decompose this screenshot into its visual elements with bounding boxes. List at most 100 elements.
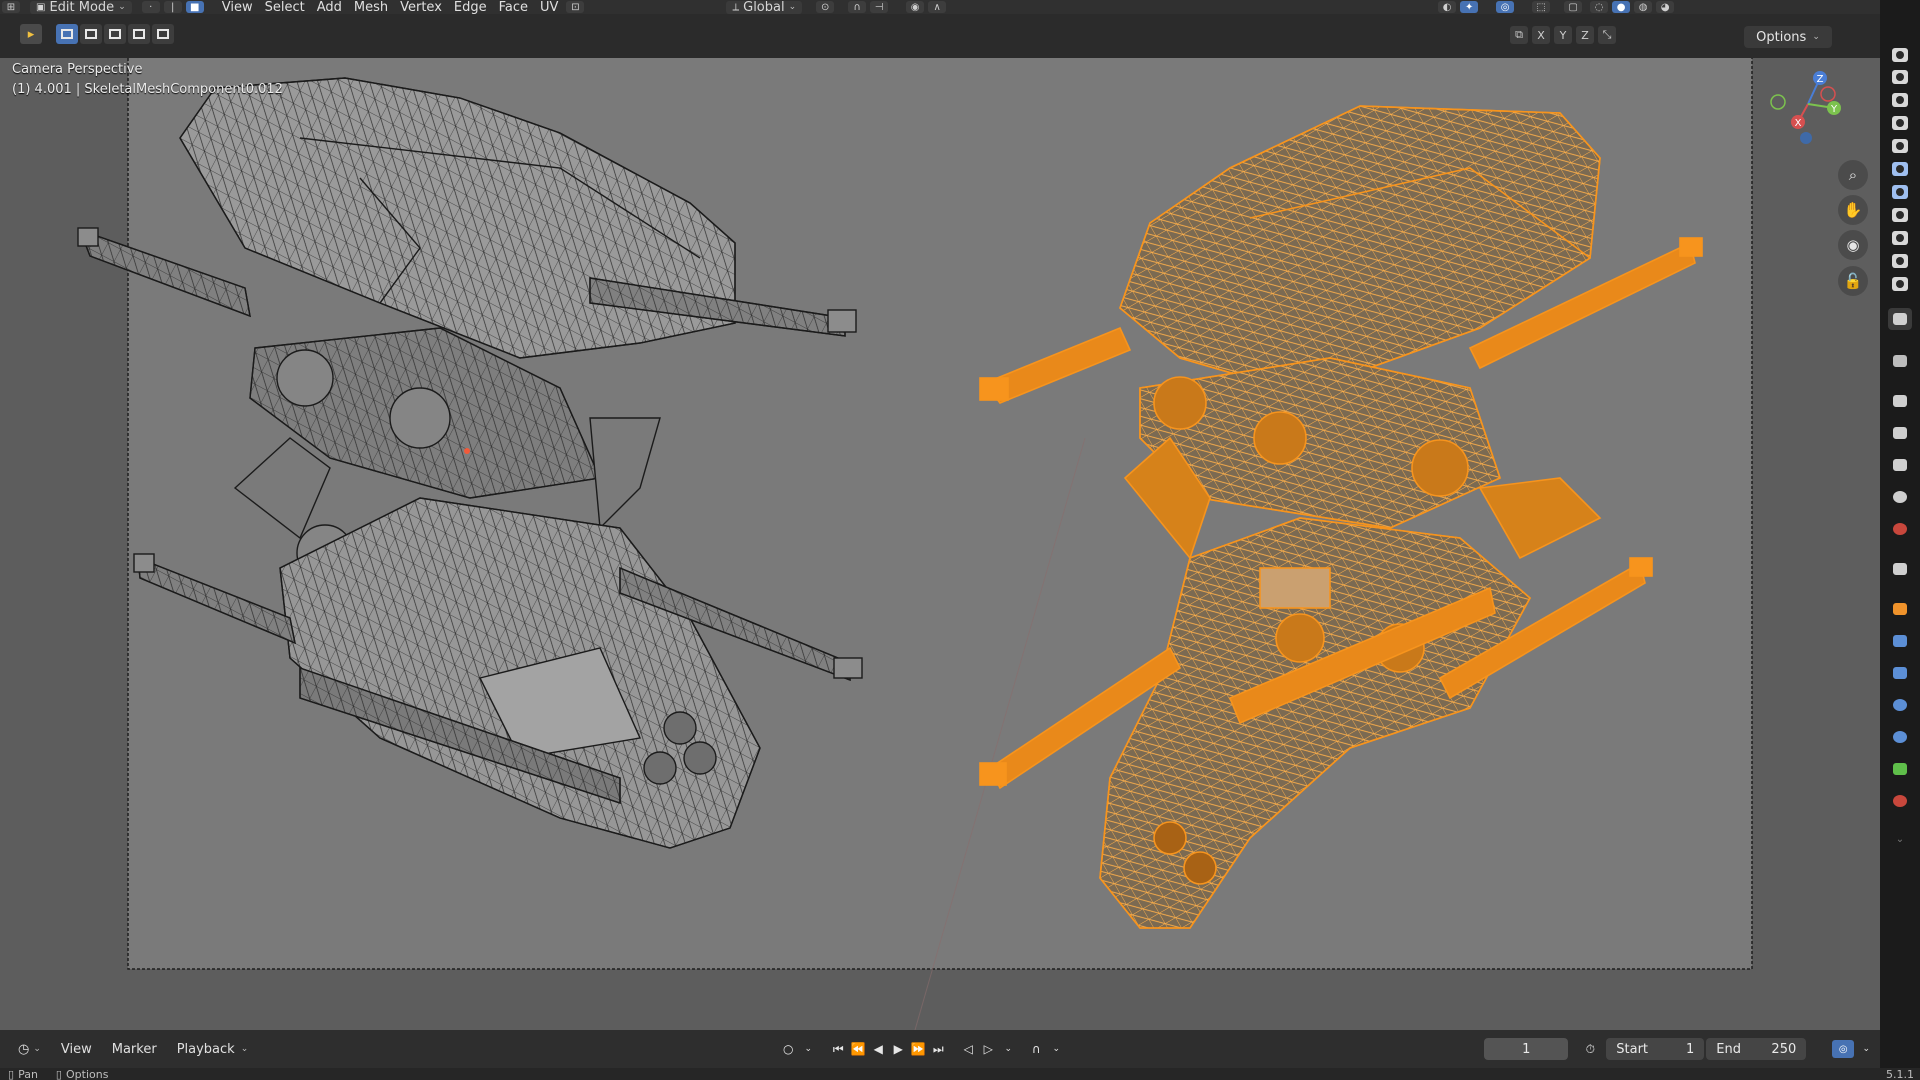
gizmo-icon[interactable]: ✦ — [1460, 1, 1479, 13]
tool-select-box[interactable]: ▸ — [20, 24, 42, 46]
timer-icon[interactable]: ⏱ — [1580, 1038, 1600, 1060]
menu-edge[interactable]: Edge — [448, 0, 493, 14]
3d-viewport[interactable]: Camera Perspective (1) 4.001 | SkeletalM… — [0, 58, 1880, 1030]
timeline-menu-marker[interactable]: Marker — [102, 1037, 167, 1061]
render-camera-icon[interactable] — [1892, 162, 1908, 176]
rendered-shading-icon[interactable]: ◕ — [1656, 1, 1675, 13]
proportional-editing-icon[interactable]: ◉ — [906, 1, 925, 13]
select-new-icon[interactable] — [56, 24, 78, 44]
material-shading-icon[interactable]: ◍ — [1634, 1, 1653, 13]
mirror-y-toggle[interactable]: Y — [1554, 26, 1572, 44]
mirror-icon[interactable]: ⧉ — [1510, 26, 1528, 44]
start-frame-field[interactable]: Start 1 — [1606, 1038, 1705, 1060]
prev-marker-icon[interactable]: ◁ — [958, 1038, 978, 1060]
render-camera-icon[interactable] — [1892, 116, 1908, 130]
scene-properties-icon[interactable] — [1888, 486, 1912, 508]
menu-add[interactable]: Add — [311, 0, 348, 14]
tool-wrench-icon[interactable] — [1888, 350, 1912, 372]
mirror-z-toggle[interactable]: Z — [1576, 26, 1594, 44]
snap-icon[interactable]: ∩ — [848, 1, 867, 13]
lock-camera-icon[interactable]: 🔓 — [1838, 266, 1868, 296]
select-intersect-icon[interactable] — [152, 24, 174, 44]
options-dropdown[interactable]: Options ⌄ — [1744, 26, 1832, 48]
chevron-down-icon[interactable]: ⌄ — [1046, 1038, 1066, 1060]
select-tool-icon[interactable]: ▸ — [20, 24, 42, 44]
wireframe-shading-icon[interactable]: ◌ — [1590, 1, 1609, 13]
timeline-menu-playback[interactable]: Playback ⌄ — [167, 1037, 259, 1061]
mirror-x-toggle[interactable]: X — [1532, 26, 1550, 44]
next-marker-icon[interactable]: ▷ — [978, 1038, 998, 1060]
current-frame-field[interactable]: 1 — [1484, 1038, 1569, 1060]
timeline-overlay-icon[interactable]: ◎ — [1832, 1040, 1855, 1058]
render-camera-icon[interactable] — [1892, 139, 1908, 153]
particles-properties-icon[interactable] — [1888, 662, 1912, 684]
falloff-icon[interactable]: ∧ — [928, 1, 947, 13]
render-camera-icon[interactable] — [1892, 231, 1908, 245]
select-difference-icon[interactable] — [128, 24, 150, 44]
material-properties-icon[interactable] — [1888, 790, 1912, 812]
keying-set-icon[interactable]: ∩ — [1026, 1038, 1046, 1060]
chevron-down-icon[interactable]: ⌄ — [1888, 828, 1912, 850]
play-icon[interactable]: ▶ — [888, 1038, 908, 1060]
menu-mesh[interactable]: Mesh — [348, 0, 394, 14]
menu-select[interactable]: Select — [259, 0, 311, 14]
menu-face[interactable]: Face — [493, 0, 534, 14]
topology-mirror-icon[interactable]: ⤡ — [1598, 26, 1616, 44]
prev-keyframe-icon[interactable]: ⏪ — [848, 1038, 868, 1060]
pivot-icon[interactable]: ⊙ — [816, 1, 835, 13]
physics-properties-icon[interactable] — [1888, 694, 1912, 716]
solid-shading-icon[interactable]: ● — [1612, 1, 1631, 13]
uv-select-icon[interactable]: ⊡ — [566, 1, 585, 13]
render-camera-icon[interactable] — [1892, 48, 1908, 62]
xray-icon[interactable]: ▢ — [1564, 1, 1583, 13]
chevron-down-icon[interactable]: ⌄ — [1856, 1038, 1876, 1060]
mode-dropdown[interactable]: ▣ Edit Mode ⌄ — [30, 0, 132, 14]
menu-uv[interactable]: UV — [534, 0, 564, 14]
end-frame-field[interactable]: End 250 — [1706, 1038, 1807, 1060]
pan-hand-icon[interactable]: ✋ — [1838, 195, 1868, 225]
render-camera-icon[interactable] — [1892, 254, 1908, 268]
object-properties-icon[interactable] — [1888, 598, 1912, 620]
editor-type-icon[interactable]: ⊞ — [2, 1, 20, 13]
collection-properties-icon[interactable] — [1888, 558, 1912, 580]
play-reverse-icon[interactable]: ◀ — [868, 1038, 888, 1060]
select-subtract-icon[interactable] — [104, 24, 126, 44]
edge-select-icon[interactable]: | — [163, 1, 182, 13]
modifier-properties-icon[interactable] — [1888, 630, 1912, 652]
render-camera-icon[interactable] — [1892, 277, 1908, 291]
jump-end-icon[interactable]: ⏭ — [928, 1038, 948, 1060]
viewport-canvas[interactable] — [0, 58, 1840, 1030]
camera-view-icon[interactable]: ◉ — [1838, 230, 1868, 260]
chevron-down-icon[interactable]: ⌄ — [798, 1038, 818, 1060]
snap-target-icon[interactable]: ⊣ — [870, 1, 889, 13]
constraints-properties-icon[interactable] — [1888, 726, 1912, 748]
next-keyframe-icon[interactable]: ⏩ — [908, 1038, 928, 1060]
output-properties-icon[interactable] — [1888, 422, 1912, 444]
world-properties-icon[interactable] — [1888, 518, 1912, 540]
jump-start-icon[interactable]: ⏮ — [828, 1038, 848, 1060]
render-camera-icon[interactable] — [1892, 208, 1908, 222]
timeline-editor-icon[interactable]: ◷ ⌄ — [8, 1037, 51, 1061]
vertex-select-icon[interactable]: · — [141, 1, 160, 13]
auto-keying-icon[interactable]: ○ — [778, 1038, 798, 1060]
view-layer-icon[interactable] — [1888, 454, 1912, 476]
data-properties-icon[interactable] — [1888, 758, 1912, 780]
face-select-icon[interactable]: ■ — [185, 1, 204, 13]
overlay-icon[interactable]: ◎ — [1496, 1, 1515, 13]
menu-view[interactable]: View — [216, 0, 259, 14]
chevron-down-icon[interactable]: ⌄ — [998, 1038, 1018, 1060]
render-camera-icon[interactable] — [1892, 185, 1908, 199]
mesh-overlay-icon[interactable]: ⬚ — [1532, 1, 1551, 13]
timeline-menu-view[interactable]: View — [51, 1037, 102, 1061]
zoom-icon[interactable]: ⌕ — [1838, 160, 1868, 190]
transform-orientation-dropdown[interactable]: ⟂ Global ⌄ — [726, 0, 803, 14]
menu-vertex[interactable]: Vertex — [394, 0, 448, 14]
selection-mode-group — [56, 24, 174, 46]
tool-properties-icon[interactable] — [1888, 308, 1912, 330]
render-camera-icon[interactable] — [1892, 70, 1908, 84]
visibility-icon[interactable]: ◐ — [1438, 1, 1457, 13]
render-camera-icon[interactable] — [1892, 93, 1908, 107]
select-extend-icon[interactable] — [80, 24, 102, 44]
render-properties-icon[interactable] — [1888, 390, 1912, 412]
orientation-gizmo[interactable]: Z X Y — [1768, 64, 1848, 144]
